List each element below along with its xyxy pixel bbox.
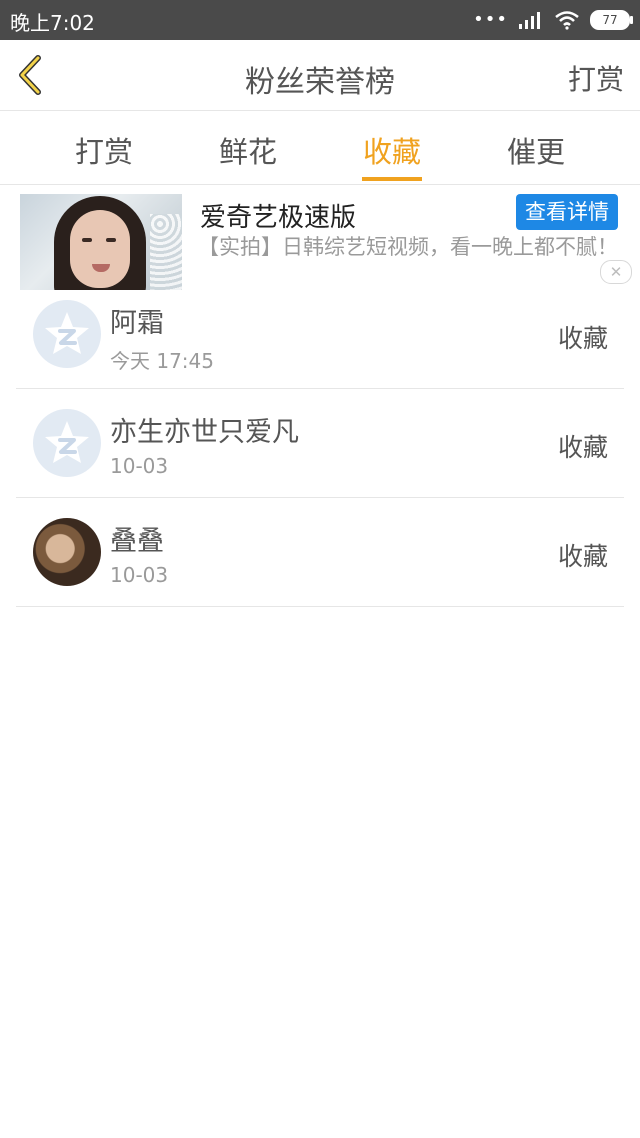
tab-favorites[interactable]: 收藏 <box>342 129 442 171</box>
user-name: 阿霜 <box>110 308 164 339</box>
more-dots-icon: ••• <box>473 9 508 30</box>
battery-icon: 77 <box>590 10 633 30</box>
wifi-icon <box>555 11 579 30</box>
avatar <box>33 300 101 368</box>
timestamp: 今天 17:45 <box>110 349 214 373</box>
tab-bar: 打赏 鲜花 收藏 催更 <box>0 111 640 185</box>
list-item[interactable]: 亦生亦世只爱凡 10-03 收藏 <box>16 389 624 498</box>
avatar <box>33 518 101 586</box>
action-label: 收藏 <box>557 542 608 571</box>
timestamp: 10-03 <box>110 563 169 587</box>
status-time: 晚上7:02 <box>10 11 95 35</box>
default-avatar-icon <box>45 312 89 354</box>
avatar <box>33 409 101 477</box>
timestamp: 10-03 <box>110 454 169 478</box>
default-avatar-icon <box>45 421 89 463</box>
page-title: 粉丝荣誉榜 <box>245 65 395 100</box>
ad-thumbnail[interactable] <box>20 194 182 290</box>
tab-urge-update[interactable]: 催更 <box>486 129 586 171</box>
status-icons: ••• 77 <box>473 8 633 32</box>
active-tab-indicator <box>362 177 422 181</box>
signal-icon <box>519 12 540 29</box>
list-item[interactable]: 阿霜 今天 17:45 收藏 <box>16 280 624 389</box>
status-bar: 晚上7:02 ••• 77 <box>0 0 640 40</box>
view-details-button[interactable]: 查看详情 <box>516 194 618 230</box>
fan-list: 阿霜 今天 17:45 收藏 亦生亦世只爱凡 10-03 收藏 叠叠 10-03… <box>0 280 640 607</box>
user-name: 亦生亦世只爱凡 <box>110 417 299 448</box>
header-bar: 粉丝荣誉榜 打赏 <box>0 40 640 111</box>
action-label: 收藏 <box>557 433 608 462</box>
ad-title: 爱奇艺极速版 <box>200 203 357 233</box>
ad-banner[interactable]: 爱奇艺极速版 查看详情 【实拍】日韩综艺短视频，看一晚上都不腻！ ✕ <box>0 185 640 291</box>
tab-reward[interactable]: 打赏 <box>54 129 154 171</box>
reward-button[interactable]: 打赏 <box>568 58 624 98</box>
action-label: 收藏 <box>557 324 608 353</box>
ad-description: 【实拍】日韩综艺短视频，看一晚上都不腻！ <box>198 235 618 259</box>
user-name: 叠叠 <box>110 526 164 557</box>
list-item[interactable]: 叠叠 10-03 收藏 <box>16 498 624 607</box>
tab-flowers[interactable]: 鲜花 <box>198 129 298 171</box>
